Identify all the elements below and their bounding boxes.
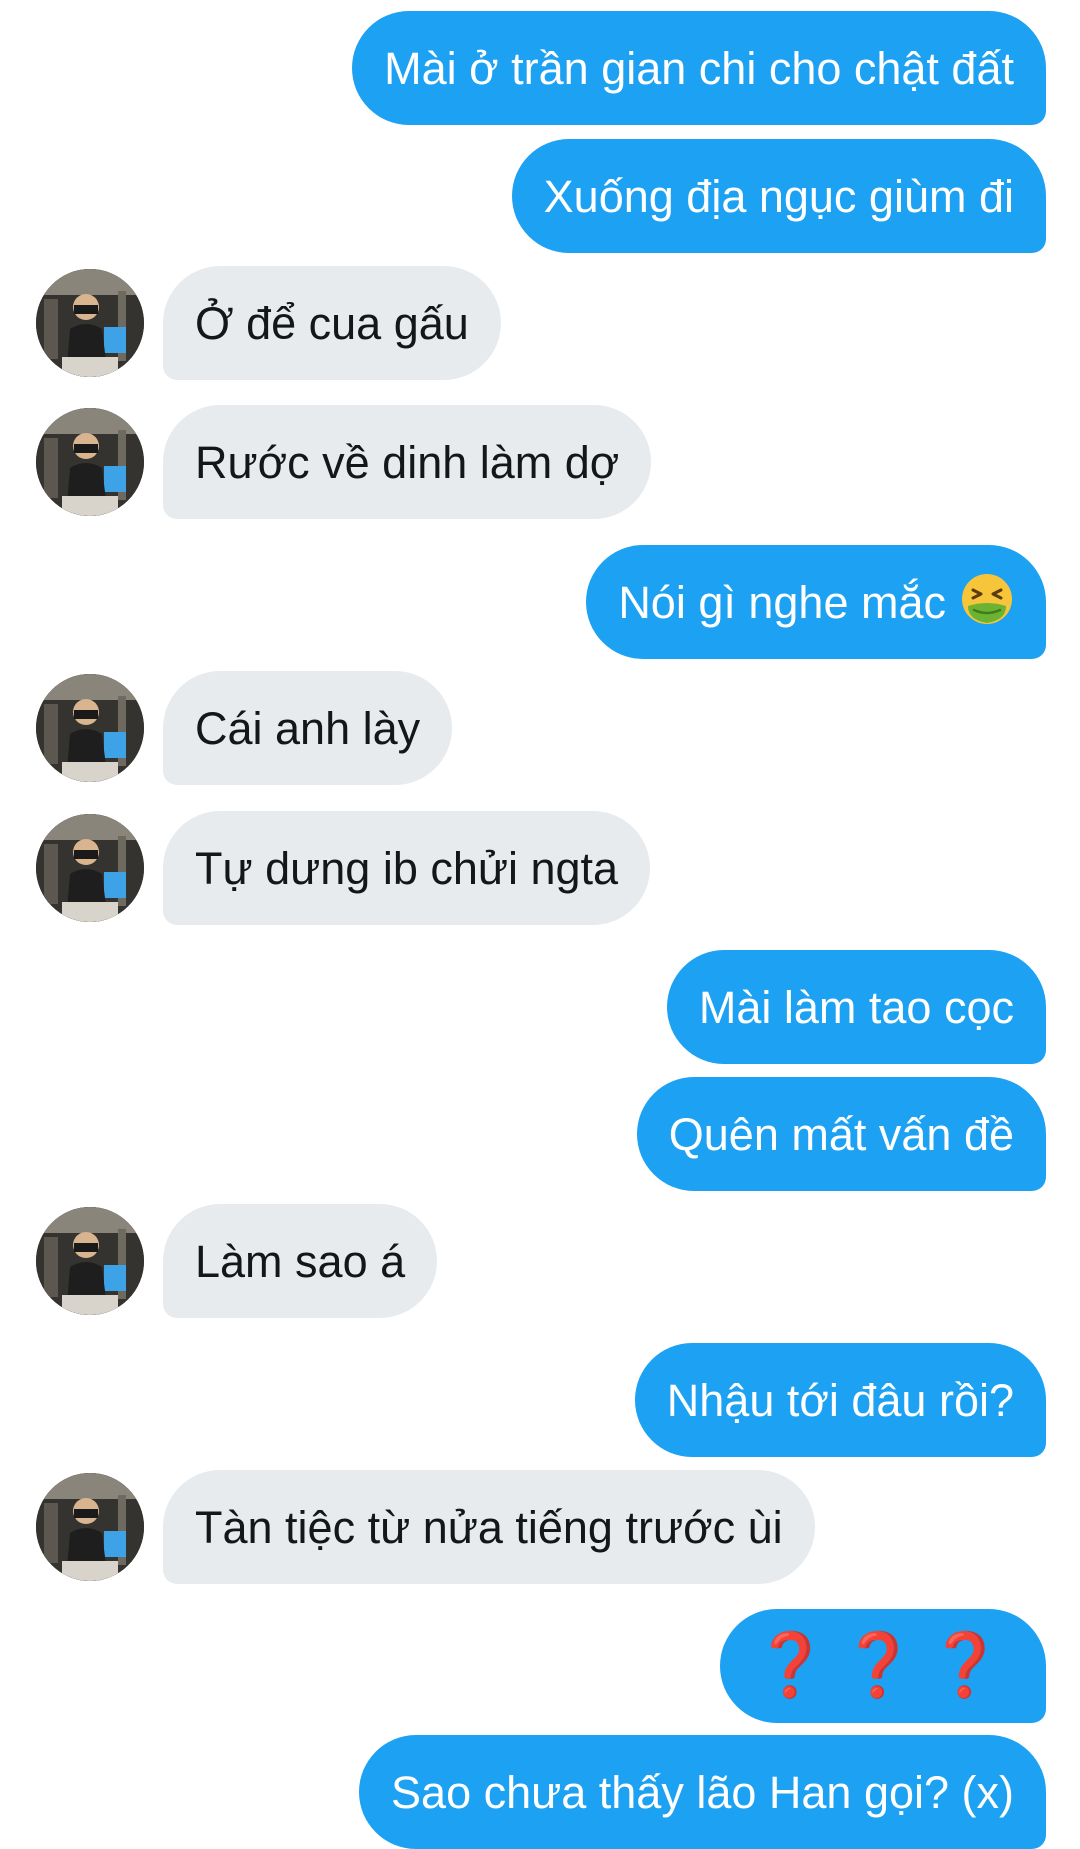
message-row: Rước về dinh làm dợ — [0, 405, 1080, 519]
message-row: Ở để cua gấu — [0, 266, 1080, 380]
avatar[interactable] — [36, 674, 144, 782]
message-text: Tự dưng ib chửi ngta — [195, 842, 619, 894]
chat-thread: Mài ở trần gian chi cho chật đất Xuống đ… — [0, 0, 1080, 1849]
message-row: Mài làm tao cọc — [0, 950, 1080, 1064]
message-row: Làm sao á — [0, 1204, 1080, 1318]
message-text: Nói gì nghe mắc — [618, 576, 946, 628]
message-text: Quên mất vấn đề — [668, 1108, 1014, 1160]
message-row: Sao chưa thấy lão Han gọi? (x) — [0, 1735, 1080, 1849]
sent-message-bubble[interactable]: Xuống địa ngục giùm đi — [511, 139, 1046, 253]
avatar[interactable] — [36, 814, 144, 922]
received-message-bubble[interactable]: Ở để cua gấu — [163, 266, 501, 380]
message-text: Rước về dinh làm dợ — [195, 436, 620, 488]
sent-message-bubble[interactable]: ❓❓❓ — [720, 1609, 1046, 1723]
message-row: Cái anh lày — [0, 671, 1080, 785]
message-text: Sao chưa thấy lão Han gọi? (x) — [391, 1766, 1014, 1818]
sent-message-bubble[interactable]: Quên mất vấn đề — [636, 1077, 1046, 1191]
message-row: Tự dưng ib chửi ngta — [0, 811, 1080, 925]
received-message-bubble[interactable]: Tàn tiệc từ nửa tiếng trước ùi — [163, 1470, 815, 1584]
nauseated-face-icon — [960, 572, 1014, 633]
avatar[interactable] — [36, 269, 144, 377]
sent-message-bubble[interactable]: Nhậu tới đâu rồi? — [634, 1343, 1046, 1457]
message-row: Nhậu tới đâu rồi? — [0, 1343, 1080, 1457]
message-row: Tàn tiệc từ nửa tiếng trước ùi — [0, 1470, 1080, 1584]
message-text: Nhậu tới đâu rồi? — [666, 1374, 1014, 1426]
message-text: Tàn tiệc từ nửa tiếng trước ùi — [195, 1501, 783, 1553]
avatar[interactable] — [36, 1207, 144, 1315]
message-text: Cái anh lày — [195, 702, 421, 754]
message-row: Quên mất vấn đề — [0, 1077, 1080, 1191]
message-row: Mài ở trần gian chi cho chật đất — [0, 11, 1080, 125]
sent-message-bubble[interactable]: Mài ở trần gian chi cho chật đất — [352, 11, 1046, 125]
message-row: Xuống địa ngục giùm đi — [0, 139, 1080, 253]
avatar[interactable] — [36, 408, 144, 516]
message-text: Ở để cua gấu — [195, 297, 469, 349]
sent-message-bubble[interactable]: Nói gì nghe mắc — [586, 545, 1046, 659]
message-text: Làm sao á — [195, 1235, 406, 1287]
message-row: Nói gì nghe mắc — [0, 545, 1080, 659]
message-row: ❓❓❓ — [0, 1609, 1080, 1723]
received-message-bubble[interactable]: Cái anh lày — [163, 671, 453, 785]
received-message-bubble[interactable]: Tự dưng ib chửi ngta — [163, 811, 651, 925]
question-marks-icon: ❓❓❓ — [752, 1631, 1014, 1700]
message-text: Xuống địa ngục giùm đi — [543, 170, 1014, 222]
message-text: Mài ở trần gian chi cho chật đất — [384, 42, 1014, 94]
sent-message-bubble[interactable]: Sao chưa thấy lão Han gọi? (x) — [359, 1735, 1046, 1849]
avatar[interactable] — [36, 1473, 144, 1581]
sent-message-bubble[interactable]: Mài làm tao cọc — [666, 950, 1046, 1064]
message-text: Mài làm tao cọc — [698, 981, 1014, 1033]
received-message-bubble[interactable]: Làm sao á — [163, 1204, 438, 1318]
received-message-bubble[interactable]: Rước về dinh làm dợ — [163, 405, 652, 519]
